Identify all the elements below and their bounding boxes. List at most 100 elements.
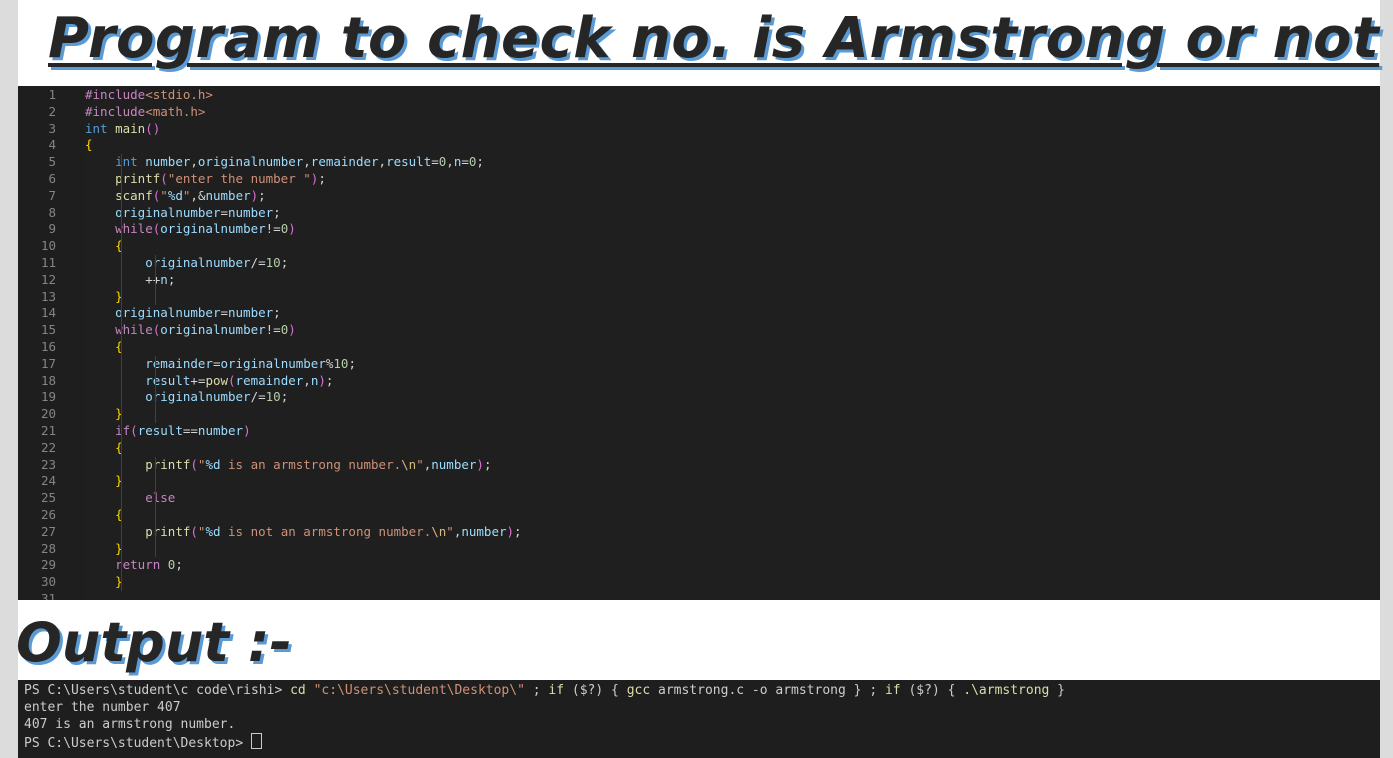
- code-text: ++n;: [145, 271, 176, 287]
- code-line: 25 else: [18, 490, 1380, 507]
- line-number: 29: [40, 557, 56, 573]
- line-number: 25: [40, 490, 56, 506]
- code-line: 20 }: [18, 406, 1380, 423]
- code-text: while(originalnumber!=0): [115, 322, 296, 338]
- line-number: 2: [48, 103, 56, 119]
- line-number: 16: [40, 339, 56, 354]
- line-number: 20: [40, 406, 56, 422]
- code-line: 1 #include<stdio.h>: [18, 87, 1380, 104]
- line-number: 5: [48, 154, 56, 170]
- code-text: originalnumber=number;: [115, 204, 281, 220]
- code-line: 30 }: [18, 574, 1380, 591]
- code-line: 18 result+=pow(remainder,n);: [18, 373, 1380, 390]
- code-line: 29 return 0;: [18, 557, 1380, 574]
- code-text: while(originalnumber!=0): [115, 221, 296, 237]
- code-text: scanf("%d",&number);: [115, 187, 266, 203]
- line-number: 28: [40, 540, 56, 556]
- terminal-run: .\armstrong: [963, 683, 1050, 698]
- code-line: 28 }: [18, 541, 1380, 558]
- document-page: Program to check no. is Armstrong or not…: [16, 0, 1380, 758]
- code-text: printf("%d is an armstrong number.\n",nu…: [145, 456, 492, 472]
- code-text: }: [115, 540, 123, 556]
- line-number: 13: [40, 288, 56, 304]
- code-line: 17 remainder=originalnumber%10;: [18, 356, 1380, 373]
- terminal-cond2: ($?) {: [900, 683, 964, 698]
- line-number: 7: [48, 187, 56, 203]
- line-number: 10: [40, 238, 56, 254]
- code-text: }: [115, 288, 123, 304]
- code-line: 14 originalnumber=number;: [18, 305, 1380, 322]
- code-line: 22 {: [18, 440, 1380, 457]
- code-line: 27 printf("%d is not an armstrong number…: [18, 524, 1380, 541]
- line-number: 11: [40, 255, 56, 270]
- terminal-if2: if: [884, 683, 901, 698]
- page-title: Program to check no. is Armstrong or not: [48, 6, 1380, 71]
- code-line: 21 if(result==number): [18, 423, 1380, 440]
- line-number: 14: [40, 305, 56, 321]
- code-line: 12 ++n;: [18, 272, 1380, 289]
- line-number: 9: [48, 221, 56, 237]
- code-text: {: [115, 238, 123, 254]
- code-line: 2 #include<math.h>: [18, 104, 1380, 121]
- code-text: {: [115, 507, 123, 522]
- code-line: 4{: [18, 137, 1380, 154]
- terminal-cursor: [250, 733, 262, 749]
- code-line: 6 printf("enter the number ");: [18, 171, 1380, 188]
- terminal-command-line: PS C:\Users\student\c code\rishi> cd "c:…: [24, 682, 1065, 699]
- code-line: 9 while(originalnumber!=0): [18, 221, 1380, 238]
- code-line: 7 scanf("%d",&number);: [18, 188, 1380, 205]
- line-number: 3: [48, 120, 56, 136]
- terminal-cond1: ($?) {: [564, 683, 627, 698]
- terminal-cd: cd: [290, 683, 306, 698]
- terminal-panel[interactable]: PS C:\Users\student\c code\rishi> cd "c:…: [18, 680, 1380, 758]
- code-text: originalnumber/=10;: [145, 389, 289, 405]
- code-text: originalnumber/=10;: [145, 255, 289, 270]
- code-text: return 0;: [115, 557, 183, 573]
- terminal-gcc: gcc: [626, 683, 651, 698]
- terminal-sep1: ;: [524, 683, 549, 698]
- line-number: 27: [40, 523, 56, 539]
- code-line: 26 {: [18, 507, 1380, 524]
- terminal-prompt: PS C:\Users\student\c code\rishi>: [24, 683, 291, 698]
- code-line: 15 while(originalnumber!=0): [18, 322, 1380, 339]
- line-number: 12: [40, 271, 56, 287]
- line-number: 1: [48, 87, 56, 102]
- code-text: result+=pow(remainder,n);: [145, 372, 334, 388]
- terminal-output-line: enter the number 407: [24, 700, 181, 715]
- code-line: 10 {: [18, 238, 1380, 255]
- terminal-prompt-line[interactable]: PS C:\Users\student\Desktop>: [24, 733, 262, 751]
- line-number: 19: [40, 389, 56, 405]
- code-text: else: [145, 490, 176, 506]
- line-number: 18: [40, 372, 56, 388]
- line-number: 30: [40, 574, 56, 590]
- code-text: }: [115, 406, 123, 422]
- indent-guide: [155, 490, 156, 524]
- terminal-path: "c:\Users\student\Desktop\": [305, 683, 525, 698]
- code-line: 8 originalnumber=number;: [18, 205, 1380, 222]
- terminal-args: armstrong.c -o armstrong } ;: [650, 683, 885, 698]
- indent-guide: [121, 154, 122, 591]
- code-text: }: [115, 574, 123, 590]
- terminal-prompt: PS C:\Users\student\Desktop>: [24, 736, 251, 751]
- code-text: int number,originalnumber,remainder,resu…: [115, 154, 484, 170]
- code-line: 16 {: [18, 339, 1380, 356]
- code-line: 13 }: [18, 289, 1380, 306]
- code-text: {: [115, 339, 123, 354]
- line-number: 21: [40, 423, 56, 438]
- code-text: if(result==number): [115, 423, 251, 438]
- terminal-if1: if: [548, 683, 565, 698]
- code-text: #include<math.h>: [85, 103, 206, 119]
- indent-guide: [155, 355, 156, 423]
- indent-guide: [155, 523, 156, 558]
- code-text: remainder=originalnumber%10;: [145, 355, 356, 371]
- code-text: {: [85, 137, 93, 153]
- line-number: 22: [40, 439, 56, 455]
- line-number: 31: [40, 591, 56, 600]
- output-heading: Output :-: [16, 611, 292, 674]
- code-editor[interactable]: 1 #include<stdio.h> 2 #include<math.h> 3 int …: [18, 86, 1380, 600]
- code-line: 24 }: [18, 473, 1380, 490]
- code-text: #include<stdio.h>: [85, 87, 213, 102]
- code-line: 5 int number,originalnumber,remainder,re…: [18, 154, 1380, 171]
- indent-guide: [155, 255, 156, 306]
- line-number: 6: [48, 171, 56, 186]
